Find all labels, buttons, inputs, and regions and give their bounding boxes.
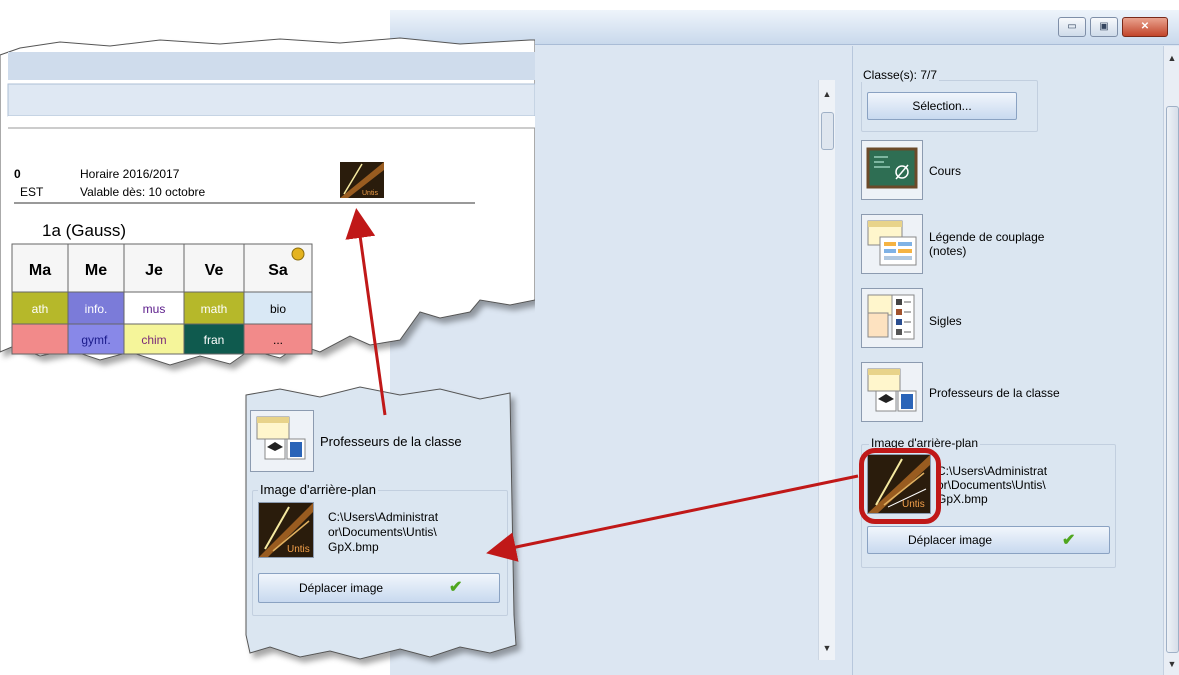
school-partial: EST <box>20 185 44 199</box>
classes-count-label: Classe(s): 7/7 <box>861 68 940 82</box>
schedule-year: Horaire 2016/2017 <box>80 167 180 181</box>
scroll-up-arrow-icon[interactable]: ▲ <box>1164 50 1179 66</box>
untis-logo-icon: Untis <box>259 503 313 557</box>
callout-thumbnail[interactable]: Untis <box>258 502 314 558</box>
option-label-sigles: Sigles <box>929 314 962 328</box>
lesson-label: math <box>201 302 228 316</box>
untis-logo-small-text: Untis <box>362 190 378 197</box>
background-image-path: C:\Users\Administrat or\Documents\Untis\… <box>937 464 1048 506</box>
day-header: Je <box>145 262 163 279</box>
class-teachers-icon <box>867 368 917 412</box>
chalkboard-icon <box>866 147 918 189</box>
callout-move-image-label: Déplacer image <box>299 581 384 595</box>
settings-gear-icon[interactable] <box>291 247 305 261</box>
day-header: Ve <box>205 262 224 279</box>
scroll-thumb[interactable] <box>821 112 834 150</box>
checkmark-icon: ✔ <box>449 579 463 596</box>
scroll-down-arrow-icon[interactable]: ▼ <box>1164 656 1179 672</box>
lesson-label: mus <box>143 302 166 316</box>
highlight-circle <box>859 448 941 524</box>
lesson-label: fran <box>204 333 225 347</box>
valid-from: Valable dès: 10 octobre <box>80 185 206 199</box>
callout-path: C:\Users\Administrat or\Documents\Untis\… <box>328 510 439 554</box>
toolbar-strip <box>8 52 535 80</box>
option-tile-coupling-legend[interactable] <box>861 214 923 274</box>
lesson-label: ath <box>32 302 49 316</box>
untis-logo-small: Untis <box>340 162 384 198</box>
preview-scrollbar[interactable]: ▲ ▼ <box>818 80 835 660</box>
class-title: 1a (Gauss) <box>42 221 126 240</box>
callout-option-label: Professeurs de la classe <box>320 434 462 449</box>
properties-panel: Classe(s): 7/7 Sélection... Cours Légend… <box>852 46 1164 675</box>
option-label-coupling-legend: Légende de couplage (notes) <box>929 230 1045 258</box>
minimize-button[interactable]: ▭ <box>1058 17 1086 37</box>
option-label-cours: Cours <box>929 164 962 178</box>
close-button[interactable]: ✕ <box>1122 17 1168 37</box>
lesson-label: bio <box>270 302 286 316</box>
scroll-down-arrow-icon[interactable]: ▼ <box>819 640 835 656</box>
panel-scrollbar[interactable]: ▲ ▼ <box>1163 46 1179 675</box>
class-teachers-icon <box>256 416 306 460</box>
move-image-button[interactable]: Déplacer image ✔ <box>867 526 1110 554</box>
abbreviations-icon <box>867 294 915 340</box>
lesson-label: chim <box>141 333 166 347</box>
header-partial: 0 <box>14 167 21 181</box>
lesson-label: ... <box>273 333 283 347</box>
callout-move-image-button[interactable]: Déplacer image ✔ <box>258 573 500 603</box>
callout-tile-class-teachers[interactable] <box>250 410 314 472</box>
lesson-label: info. <box>85 302 108 316</box>
option-tile-sigles[interactable] <box>861 288 923 348</box>
callout-background-legend: Image d'arrière-plan <box>258 482 378 497</box>
option-tile-class-teachers[interactable] <box>861 362 923 422</box>
scroll-thumb[interactable] <box>1166 106 1179 653</box>
day-header: Sa <box>268 262 288 279</box>
day-header: Ma <box>29 262 51 279</box>
timetable-cells: Ma ath Me info. gymf. Je mus chim Ve math fran Sa bi… <box>11 243 313 355</box>
toolbar-strip-2 <box>7 83 535 117</box>
option-tile-cours[interactable] <box>861 140 923 200</box>
maximize-button[interactable]: ▣ <box>1090 17 1118 37</box>
lesson-label: gymf. <box>81 333 110 347</box>
callout-logo-text: Untis <box>287 544 310 555</box>
day-header: Me <box>85 262 107 279</box>
coupling-legend-icon <box>867 220 917 266</box>
move-image-label: Déplacer image <box>908 533 993 547</box>
toolbar-spacer <box>8 116 535 128</box>
scroll-up-arrow-icon[interactable]: ▲ <box>819 86 835 102</box>
option-label-class-teachers: Professeurs de la classe <box>929 386 1060 400</box>
lesson-cell <box>11 323 69 355</box>
selection-button[interactable]: Sélection... <box>867 92 1017 120</box>
checkmark-icon: ✔ <box>1062 532 1076 549</box>
